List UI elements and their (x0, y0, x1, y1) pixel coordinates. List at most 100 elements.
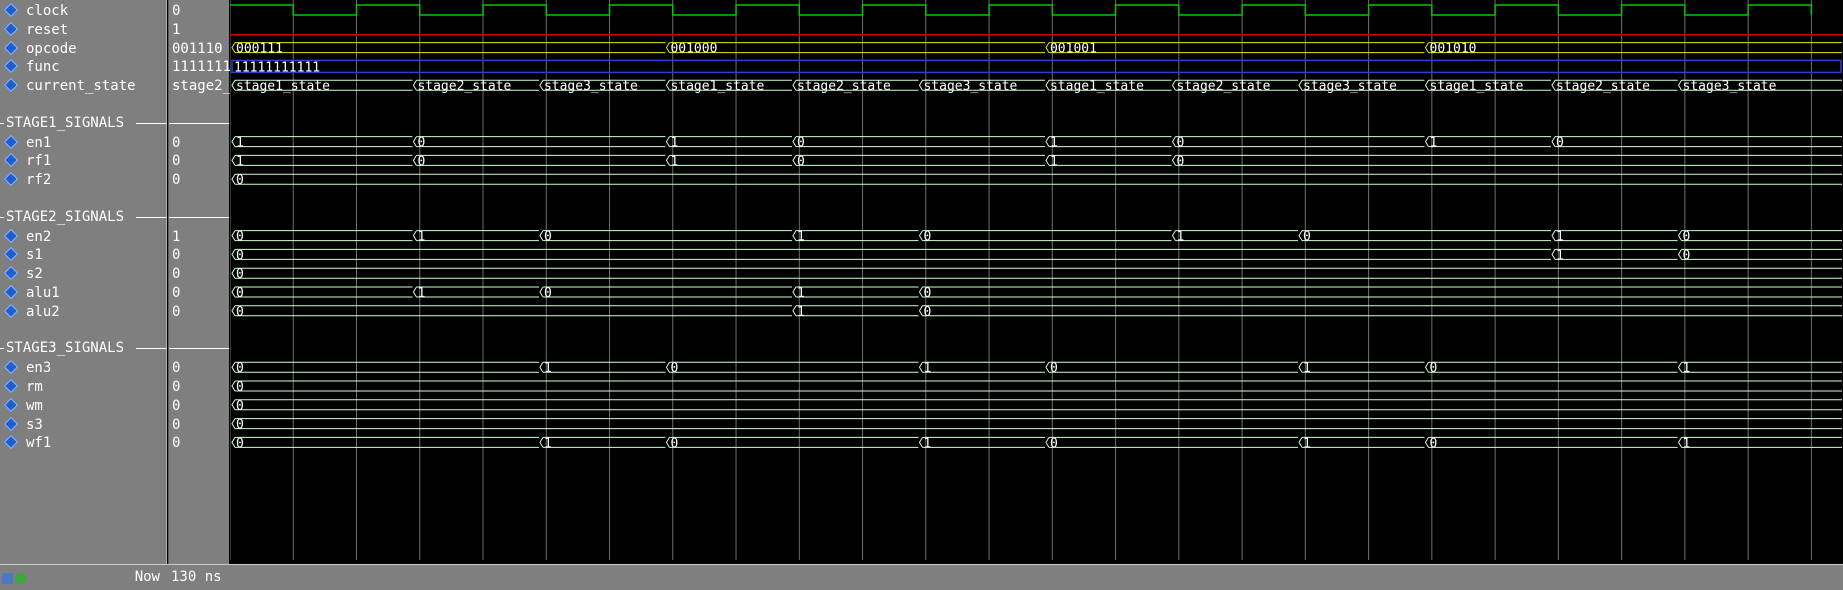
signal-diamond-icon (3, 284, 19, 300)
signal-names-panel: clock reset opcode func current_state STAGE1_… (0, 0, 167, 590)
signal-row-en1[interactable]: en1 (0, 134, 166, 152)
bus-transition (231, 380, 236, 392)
segment-label: 0 (544, 230, 552, 245)
bus-transition (1171, 79, 1176, 91)
bus-transition (1171, 136, 1176, 147)
bus-transition (539, 230, 544, 241)
group-line (169, 216, 229, 218)
signal-name: alu1 (26, 285, 60, 301)
bus-transition (1298, 79, 1303, 91)
signal-value: 0 (172, 416, 181, 433)
segment-label: stage1_state (1050, 79, 1144, 94)
func-bus-waveform (231, 59, 1842, 74)
bus-transition (231, 399, 236, 411)
segment-label: 0 (236, 267, 244, 282)
bus-transition (1298, 437, 1303, 448)
bus-transition (918, 230, 923, 241)
group-line (0, 216, 4, 218)
segment-label: 001000 (670, 42, 717, 57)
signal-row-alu1[interactable]: alu1 (0, 284, 166, 302)
signal-row-rf2[interactable]: rf2 (0, 171, 166, 189)
signal-row-func[interactable]: func (0, 58, 166, 76)
status-bar (0, 564, 1843, 590)
group-line (136, 122, 166, 124)
bus-transition (1045, 155, 1050, 166)
bus-transition (665, 437, 670, 448)
bus-transition (539, 437, 544, 448)
bus-transition (1677, 437, 1682, 448)
segment-label: 0 (670, 436, 678, 451)
segment-label: 0 (1683, 230, 1691, 245)
signal-row-alu2[interactable]: alu2 (0, 303, 166, 321)
bus-transition (665, 42, 670, 53)
segment-label: 0 (236, 418, 244, 433)
segment-label: 0 (1683, 248, 1691, 263)
signal-diamond-icon (3, 247, 19, 262)
signal-name: wm (26, 397, 43, 414)
segment-label: 1 (1176, 230, 1184, 245)
bus-transition (412, 286, 417, 298)
segment-label: 1 (1556, 230, 1564, 245)
bus-transition (1677, 79, 1682, 91)
segment-label: 0 (236, 361, 244, 376)
segment-label: 0 (1050, 436, 1058, 451)
signal-name: en3 (26, 360, 52, 377)
bus-transition (231, 418, 236, 429)
bus-transition (1171, 155, 1176, 166)
signal-row-opcode[interactable]: opcode (0, 40, 166, 58)
signal-diamond-icon (3, 2, 19, 18)
group-line (136, 216, 166, 218)
bus-transition (1677, 230, 1682, 241)
signal-row-rm[interactable]: rm (0, 378, 166, 396)
bus-transition (231, 230, 236, 241)
bus-transition (1424, 361, 1429, 373)
signal-values-panel: 0 1 001110 1111111 stage2_ 0 0 0 1 0 0 0 0 0 0 0 0 0 (168, 0, 231, 590)
segment-label: 1 (670, 136, 678, 151)
signal-row-reset[interactable]: reset (0, 21, 166, 39)
signal-row-wf1[interactable]: wf1 (0, 434, 166, 452)
segment-label: 0 (1303, 230, 1311, 245)
signal-row-en2[interactable]: en2 (0, 228, 166, 246)
bus-transition (1424, 42, 1429, 53)
signal-value: 0 (172, 247, 181, 264)
signal-diamond-icon (3, 360, 19, 375)
bus-transition (1677, 361, 1682, 373)
signal-row-s3[interactable]: s3 (0, 416, 166, 434)
segment-label: 001010 (1430, 42, 1477, 57)
bus-transition (792, 136, 797, 147)
signal-name: reset (26, 21, 69, 38)
signal-name: current_state (26, 78, 136, 95)
signal-value: 0 (172, 397, 181, 414)
segment-label: stage2_state (1556, 79, 1650, 94)
signal-diamond-icon (3, 78, 19, 93)
signal-row-current-state[interactable]: current_state (0, 77, 166, 95)
clock-waveform (230, 4, 1813, 16)
signal-row-rf1[interactable]: rf1 (0, 152, 166, 170)
waveform-area[interactable]: 000111 001000 001001 001010 11111111111 stage… (230, 0, 1843, 590)
segment-label: 1 (1683, 361, 1691, 376)
bus-transition (231, 155, 236, 166)
signal-row-wm[interactable]: wm (0, 397, 166, 415)
segment-label: 1 (1683, 436, 1691, 451)
bus-transition (1551, 136, 1556, 147)
segment-label: 1 (1556, 248, 1564, 263)
signal-row-en3[interactable]: en3 (0, 359, 166, 377)
group-line (0, 122, 4, 124)
signal-name: en1 (26, 134, 52, 151)
group-line (136, 348, 166, 350)
waveform-canvas[interactable]: 000111 001000 001001 00101011111111111stage… (230, 0, 1843, 590)
signal-row-clock[interactable]: clock (0, 2, 166, 20)
signal-diamond-icon (3, 378, 19, 394)
segment-label: 1 (544, 361, 552, 376)
signal-name: rf2 (26, 172, 52, 189)
segment-label: 0 (417, 136, 425, 151)
bus-transition (1045, 42, 1050, 53)
signal-row-s2[interactable]: s2 (0, 265, 166, 283)
signal-name: rf1 (26, 153, 52, 170)
segment-label: stage3_state (1683, 79, 1777, 94)
segment-label: 1 (1050, 154, 1058, 169)
signal-diamond-icon (3, 21, 19, 36)
signal-row-s1[interactable]: s1 (0, 246, 166, 264)
segment-label: 0 (1176, 154, 1184, 169)
group-label: STAGE1_SIGNALS (6, 114, 125, 131)
